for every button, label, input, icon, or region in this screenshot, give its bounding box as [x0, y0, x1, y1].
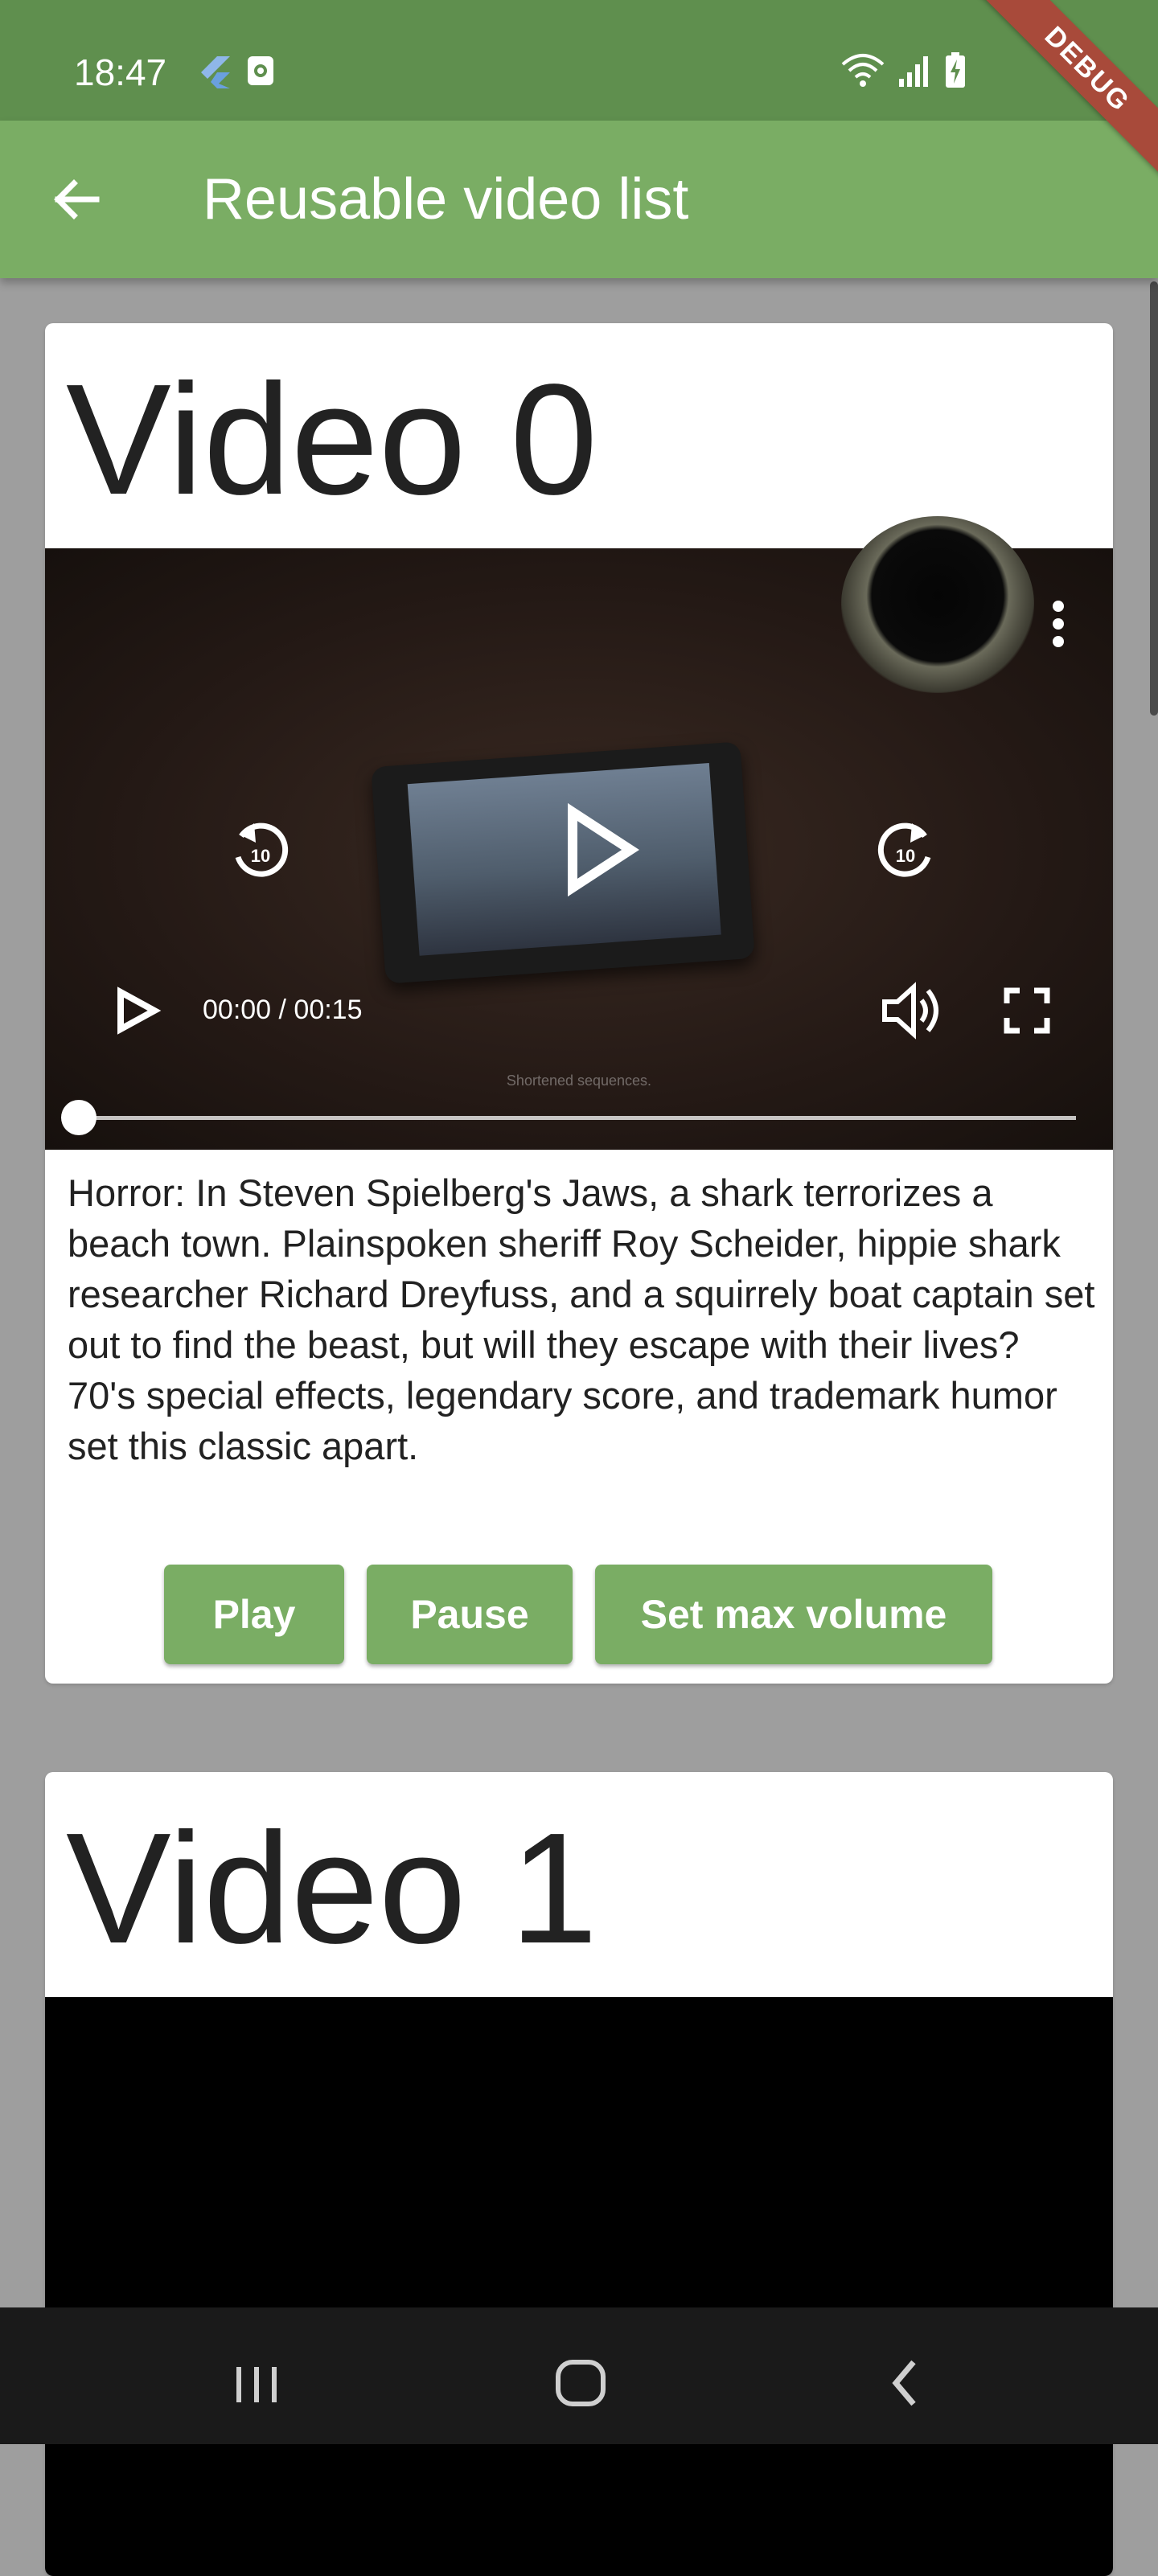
play-button[interactable]: Play: [164, 1565, 344, 1664]
time-display: 00:00 / 00:15: [203, 995, 363, 1025]
video-card: Video 0 Shortened sequences. 10 10 00:00…: [45, 323, 1113, 1684]
more-vert-icon: [1053, 601, 1064, 647]
status-bar: 18:47: [0, 0, 1158, 121]
recents-icon: [236, 2367, 277, 2402]
page-title: Reusable video list: [203, 167, 689, 232]
system-nav-bar: [0, 2307, 1158, 2444]
set-max-volume-button[interactable]: Set max volume: [595, 1565, 992, 1664]
center-play-button[interactable]: [544, 798, 648, 902]
video-frame-caption: Shortened sequences.: [506, 1073, 652, 1089]
pause-button[interactable]: Pause: [367, 1565, 573, 1664]
video-title: Video 1: [66, 1800, 598, 1976]
status-time: 18:47: [74, 51, 167, 93]
fullscreen-button[interactable]: [991, 974, 1063, 1047]
video-description: Horror: In Steven Spielberg's Jaws, a sh…: [68, 1171, 1095, 1467]
play-pause-button[interactable]: [98, 974, 170, 1047]
rewind-10-button[interactable]: 10: [220, 809, 301, 889]
screenshot-icon: [248, 56, 273, 85]
video-title: Video 0: [66, 351, 598, 527]
system-back-button[interactable]: [865, 2340, 946, 2420]
status-left-icons: [198, 55, 275, 90]
back-button[interactable]: [45, 167, 109, 232]
flutter-icon: [201, 56, 230, 88]
progress-track[interactable]: [79, 1116, 1076, 1120]
volume-up-icon: [882, 982, 938, 1040]
wifi-icon: [841, 54, 885, 87]
play-icon: [117, 987, 162, 1035]
video-card: Video 1: [45, 1772, 1113, 2576]
home-button[interactable]: [540, 2340, 621, 2420]
forward-10-icon: 10: [877, 822, 931, 877]
more-options-button[interactable]: [1034, 590, 1082, 662]
home-icon: [556, 2360, 606, 2406]
svg-text:10: 10: [251, 846, 270, 866]
coffee-mug-image: [841, 516, 1034, 693]
play-icon: [568, 802, 639, 897]
signal-icon: [899, 56, 928, 87]
arrow-back-icon: [54, 179, 100, 219]
scrollbar-thumb[interactable]: [1150, 281, 1158, 716]
forward-10-button[interactable]: 10: [865, 809, 946, 889]
battery-charging-icon: [946, 52, 965, 88]
recents-button[interactable]: [217, 2340, 298, 2420]
app-bar: Reusable video list: [0, 121, 1158, 278]
progress-handle[interactable]: [61, 1100, 96, 1135]
video-player[interactable]: Shortened sequences. 10 10 00:00 / 00:15: [45, 516, 1113, 1150]
fullscreen-icon: [1004, 987, 1050, 1034]
status-right-icons: [840, 51, 967, 88]
back-icon: [892, 2360, 916, 2406]
svg-text:10: 10: [896, 846, 915, 866]
volume-button[interactable]: [877, 974, 949, 1047]
replay-10-icon: 10: [235, 822, 289, 877]
video-player[interactable]: [45, 1997, 1113, 2576]
